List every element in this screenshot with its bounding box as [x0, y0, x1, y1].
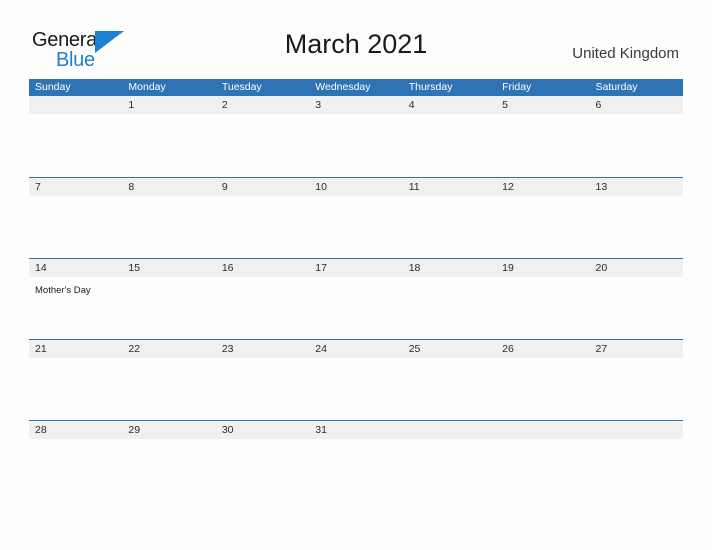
week-row: 21 22 23 24 25 26 27 [29, 339, 683, 420]
day-cell[interactable] [216, 277, 309, 339]
week-date-band: 1 2 3 4 5 6 [29, 96, 683, 114]
day-number[interactable] [403, 421, 496, 439]
day-number[interactable]: 2 [216, 96, 309, 114]
day-number[interactable]: 21 [29, 340, 122, 358]
day-cell[interactable] [29, 439, 122, 501]
day-cell[interactable] [29, 114, 122, 176]
week-event-body [29, 114, 683, 176]
day-cell[interactable] [122, 114, 215, 176]
day-cell[interactable] [29, 196, 122, 258]
day-number[interactable]: 4 [403, 96, 496, 114]
weekday-header-row: Sunday Monday Tuesday Wednesday Thursday… [29, 79, 683, 96]
day-cell[interactable] [309, 439, 402, 501]
day-cell[interactable] [403, 277, 496, 339]
week-event-body [29, 196, 683, 258]
day-number[interactable]: 27 [590, 340, 683, 358]
day-cell[interactable] [309, 196, 402, 258]
day-cell[interactable] [216, 114, 309, 176]
day-number[interactable]: 6 [590, 96, 683, 114]
day-cell[interactable] [309, 277, 402, 339]
day-number[interactable]: 23 [216, 340, 309, 358]
country-label: United Kingdom [572, 45, 679, 62]
day-number[interactable]: 24 [309, 340, 402, 358]
day-cell[interactable] [122, 439, 215, 501]
day-cell[interactable] [590, 358, 683, 420]
week-row: 14 15 16 17 18 19 20 Mother's Day [29, 258, 683, 339]
week-row: 7 8 9 10 11 12 13 [29, 177, 683, 258]
day-cell[interactable] [216, 196, 309, 258]
weekday-header-thursday: Thursday [408, 81, 453, 93]
day-cell[interactable] [590, 196, 683, 258]
day-event-label: Mother's Day [35, 285, 91, 296]
day-number[interactable]: 1 [122, 96, 215, 114]
day-cell[interactable] [122, 358, 215, 420]
day-number[interactable]: 11 [403, 178, 496, 196]
weekday-header-sunday: Sunday [35, 81, 71, 93]
day-cell[interactable] [403, 114, 496, 176]
day-cell[interactable] [122, 277, 215, 339]
weekday-header-tuesday: Tuesday [221, 81, 262, 93]
day-number[interactable]: 31 [309, 421, 402, 439]
day-number[interactable]: 10 [309, 178, 402, 196]
weekday-header-wednesday: Wednesday [315, 81, 371, 93]
day-number[interactable]: 3 [309, 96, 402, 114]
day-cell[interactable] [403, 196, 496, 258]
day-number[interactable]: 29 [122, 421, 215, 439]
day-cell[interactable] [216, 439, 309, 501]
day-number[interactable]: 13 [590, 178, 683, 196]
day-number[interactable]: 17 [309, 259, 402, 277]
day-number[interactable]: 14 [29, 259, 122, 277]
day-cell[interactable] [29, 358, 122, 420]
day-cell[interactable] [496, 114, 589, 176]
day-cell[interactable] [403, 358, 496, 420]
calendar-page: General Blue March 2021 United Kingdom S… [0, 0, 712, 550]
day-cell[interactable] [122, 196, 215, 258]
day-number[interactable]: 20 [590, 259, 683, 277]
page-header: General Blue March 2021 United Kingdom [0, 0, 712, 78]
day-cell[interactable] [590, 277, 683, 339]
day-number[interactable]: 19 [496, 259, 589, 277]
day-cell[interactable] [496, 439, 589, 501]
day-cell[interactable] [496, 277, 589, 339]
week-row: 1 2 3 4 5 6 [29, 96, 683, 177]
week-date-band: 21 22 23 24 25 26 27 [29, 340, 683, 358]
weekday-header-monday: Monday [128, 81, 166, 93]
weekday-header-friday: Friday [502, 81, 532, 93]
day-number[interactable]: 26 [496, 340, 589, 358]
day-number[interactable]: 8 [122, 178, 215, 196]
day-number[interactable]: 9 [216, 178, 309, 196]
week-event-body: Mother's Day [29, 277, 683, 339]
week-date-band: 14 15 16 17 18 19 20 [29, 259, 683, 277]
day-number[interactable]: 5 [496, 96, 589, 114]
calendar-grid: Sunday Monday Tuesday Wednesday Thursday… [29, 79, 683, 501]
week-event-body [29, 439, 683, 501]
day-number[interactable]: 28 [29, 421, 122, 439]
weekday-header-saturday: Saturday [595, 81, 638, 93]
day-cell[interactable] [590, 439, 683, 501]
week-date-band: 28 29 30 31 [29, 421, 683, 439]
day-number[interactable]: 7 [29, 178, 122, 196]
day-cell[interactable] [590, 114, 683, 176]
day-number[interactable]: 18 [403, 259, 496, 277]
day-cell[interactable] [496, 196, 589, 258]
day-cell[interactable] [403, 439, 496, 501]
week-date-band: 7 8 9 10 11 12 13 [29, 178, 683, 196]
day-number[interactable]: 12 [496, 178, 589, 196]
day-cell[interactable] [309, 114, 402, 176]
day-number[interactable]: 22 [122, 340, 215, 358]
week-row: 28 29 30 31 [29, 420, 683, 501]
day-number[interactable] [29, 96, 122, 114]
day-number[interactable]: 25 [403, 340, 496, 358]
week-event-body [29, 358, 683, 420]
day-number[interactable]: 30 [216, 421, 309, 439]
day-number[interactable]: 16 [216, 259, 309, 277]
day-cell[interactable] [216, 358, 309, 420]
day-cell[interactable] [309, 358, 402, 420]
day-number[interactable] [590, 421, 683, 439]
day-number[interactable]: 15 [122, 259, 215, 277]
day-cell[interactable] [496, 358, 589, 420]
day-cell[interactable]: Mother's Day [29, 277, 122, 339]
day-number[interactable] [496, 421, 589, 439]
